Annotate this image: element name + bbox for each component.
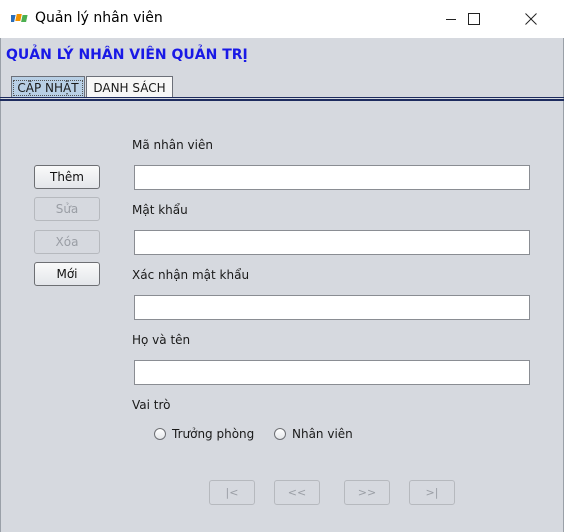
title-bar: Quản lý nhân viên [0, 0, 564, 38]
role-manager-label: Trưởng phòng [172, 427, 255, 441]
tab-update-label: CẬP NHẬT [13, 79, 83, 96]
full-name-label: Họ và tên [132, 333, 191, 347]
page-title: QUẢN LÝ NHÂN VIÊN QUẢN TRỊ [6, 47, 248, 63]
close-button[interactable] [508, 0, 554, 38]
employee-id-label: Mã nhân viên [132, 138, 213, 152]
close-icon [525, 13, 537, 25]
confirm-password-input[interactable] [134, 295, 530, 320]
tab-divider-bottom [0, 99, 564, 101]
tab-list-label: DANH SÁCH [93, 80, 166, 95]
employee-id-input[interactable] [134, 165, 530, 190]
password-input[interactable] [134, 230, 530, 255]
radio-circle-icon [274, 428, 286, 440]
confirm-password-label: Xác nhận mật khẩu [132, 268, 250, 282]
full-name-input[interactable] [134, 360, 530, 385]
password-label: Mật khẩu [132, 203, 188, 217]
role-radio-manager[interactable]: Trưởng phòng [154, 427, 254, 441]
role-label: Vai trò [132, 398, 171, 412]
tab-list[interactable]: DANH SÁCH [86, 76, 173, 98]
next-record-button[interactable]: >> [344, 480, 390, 505]
previous-record-button[interactable]: << [274, 480, 320, 505]
edit-button[interactable]: Sửa [34, 197, 100, 221]
last-record-button[interactable]: >| [409, 480, 455, 505]
new-button[interactable]: Mới [34, 262, 100, 286]
delete-button[interactable]: Xóa [34, 230, 100, 254]
tab-update[interactable]: CẬP NHẬT [11, 76, 85, 98]
fpt-logo-icon [11, 14, 28, 22]
tab-divider [0, 97, 564, 98]
add-button[interactable]: Thêm [34, 165, 100, 189]
radio-circle-icon [154, 428, 166, 440]
role-employee-label: Nhân viên [292, 427, 353, 441]
maximize-icon [468, 13, 480, 25]
window-title: Quản lý nhân viên [35, 10, 163, 26]
first-record-button[interactable]: |< [209, 480, 255, 505]
maximize-button[interactable] [451, 0, 497, 38]
role-radio-employee[interactable]: Nhân viên [274, 427, 353, 441]
